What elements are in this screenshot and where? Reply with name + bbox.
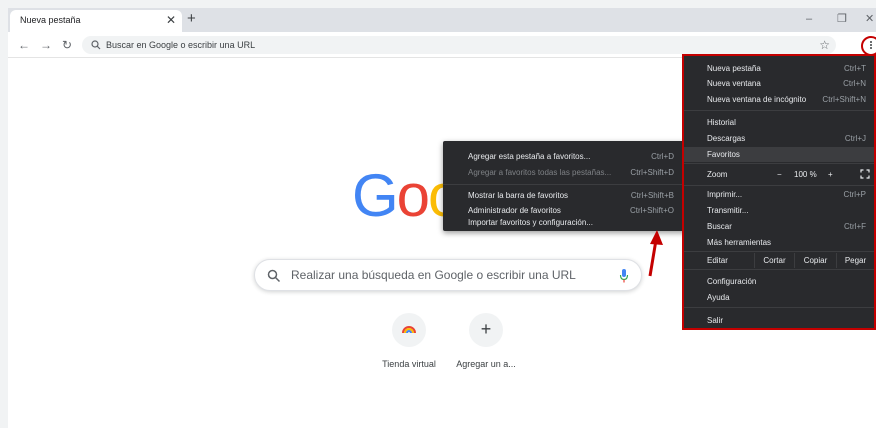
menu-item-shortcut: Ctrl+Shift+N <box>822 95 866 104</box>
menu-item-label: Buscar <box>707 222 732 231</box>
bookmarks-submenu: Agregar esta pestaña a favoritos... Ctrl… <box>443 141 689 231</box>
submenu-item-bookmark-tab[interactable]: Agregar esta pestaña a favoritos... Ctrl… <box>468 150 684 164</box>
menu-item-shortcut: Ctrl+F <box>844 222 866 231</box>
menu-item-shortcut: Ctrl+P <box>843 190 866 199</box>
omnibox-search-icon <box>91 40 101 50</box>
back-arrow-icon[interactable]: ← <box>18 38 30 52</box>
shortcut-agregar[interactable]: + Agregar un a... <box>446 313 526 369</box>
forward-arrow-icon[interactable]: → <box>40 38 52 52</box>
menu-item-help[interactable]: Ayuda <box>684 290 874 305</box>
menu-item-downloads[interactable]: Descargas Ctrl+J <box>684 131 874 146</box>
shortcut-tienda-virtual[interactable]: Tienda virtual <box>369 313 449 369</box>
menu-separator <box>684 163 874 164</box>
microphone-icon[interactable] <box>619 268 629 284</box>
menu-separator <box>684 185 874 186</box>
menu-item-bookmarks[interactable]: Favoritos <box>684 147 874 162</box>
omnibox[interactable]: Buscar en Google o escribir una URL ☆ <box>82 36 836 54</box>
menu-separator <box>684 251 874 252</box>
cut-button[interactable]: Cortar <box>754 253 794 268</box>
menu-item-label: Historial <box>707 118 736 127</box>
browser-window: Nueva pestaña ✕ + – ❐ ✕ ← → ↻ Buscar en … <box>8 8 876 428</box>
menu-item-shortcut: Ctrl+J <box>844 134 866 143</box>
google-search-box[interactable]: Realizar una búsqueda en Google o escrib… <box>254 259 642 291</box>
menu-item-label: Favoritos <box>707 150 740 159</box>
bookmark-star-icon[interactable]: ☆ <box>819 38 830 52</box>
menu-item-shortcut: Ctrl+N <box>843 79 866 88</box>
rainbow-icon <box>402 326 416 334</box>
zoom-out-button[interactable]: − <box>777 167 782 182</box>
submenu-item-label: Mostrar la barra de favoritos <box>468 191 569 200</box>
paste-button[interactable]: Pegar <box>836 253 874 268</box>
submenu-item-bookmark-all-tabs: Agregar a favoritos todas las pestañas..… <box>468 166 684 180</box>
plus-icon: + <box>480 319 492 339</box>
chrome-menu-button[interactable] <box>861 36 876 56</box>
menu-item-cast[interactable]: Transmitir... <box>684 203 874 218</box>
shortcut-icon-circle <box>392 313 426 347</box>
menu-item-zoom: Zoom − 100 % + <box>684 167 874 182</box>
close-window-icon[interactable]: ✕ <box>865 12 874 26</box>
menu-item-edit: Editar Cortar Copiar Pegar <box>684 253 874 268</box>
menu-item-new-window[interactable]: Nueva ventana Ctrl+N <box>684 76 874 91</box>
three-dots-icon <box>869 40 873 52</box>
submenu-item-label: Importar favoritos y configuración... <box>468 218 593 227</box>
menu-item-new-tab[interactable]: Nueva pestaña Ctrl+T <box>684 61 874 76</box>
menu-item-print[interactable]: Imprimir... Ctrl+P <box>684 187 874 202</box>
menu-item-label: Más herramientas <box>707 238 772 247</box>
new-tab-plus-icon[interactable]: + <box>187 11 196 27</box>
menu-item-settings[interactable]: Configuración <box>684 274 874 289</box>
submenu-item-import-bookmarks[interactable]: Importar favoritos y configuración... <box>468 217 684 229</box>
menu-item-label: Ayuda <box>707 293 730 302</box>
menu-item-label: Salir <box>707 316 724 325</box>
menu-item-label: Configuración <box>707 277 757 286</box>
submenu-item-shortcut: Ctrl+Shift+D <box>630 168 674 177</box>
minimize-icon[interactable]: – <box>806 12 812 26</box>
restore-icon[interactable]: ❐ <box>837 12 847 26</box>
close-tab-icon[interactable]: ✕ <box>166 13 176 27</box>
menu-item-incognito[interactable]: Nueva ventana de incógnito Ctrl+Shift+N <box>684 92 874 107</box>
submenu-item-shortcut: Ctrl+Shift+O <box>629 206 674 215</box>
tab-strip: Nueva pestaña ✕ + – ❐ ✕ <box>8 8 876 32</box>
menu-item-label: Nueva ventana de incógnito <box>707 95 807 104</box>
tab-title: Nueva pestaña <box>20 15 81 25</box>
zoom-in-button[interactable]: + <box>828 167 833 182</box>
menu-item-label: Nueva pestaña <box>707 64 761 73</box>
submenu-item-show-bookmarks-bar[interactable]: Mostrar la barra de favoritos Ctrl+Shift… <box>468 189 684 203</box>
menu-item-history[interactable]: Historial <box>684 115 874 130</box>
menu-separator <box>684 269 874 270</box>
tab-new-tab[interactable]: Nueva pestaña ✕ <box>10 10 182 32</box>
chrome-main-menu: Nueva pestaña Ctrl+T Nueva ventana Ctrl+… <box>682 54 876 330</box>
submenu-separator <box>443 184 689 185</box>
menu-item-label: Nueva ventana <box>707 79 761 88</box>
shortcut-label: Tienda virtual <box>382 359 436 369</box>
shortcut-label: Agregar un a... <box>456 359 516 369</box>
submenu-item-shortcut: Ctrl+D <box>651 152 674 161</box>
menu-separator <box>684 110 874 111</box>
submenu-item-shortcut: Ctrl+Shift+B <box>630 191 674 200</box>
menu-item-label: Descargas <box>707 134 746 143</box>
search-placeholder: Realizar una búsqueda en Google o escrib… <box>291 268 576 282</box>
menu-item-label: Imprimir... <box>707 190 743 199</box>
search-icon <box>267 269 281 283</box>
submenu-item-label: Administrador de favoritos <box>468 206 561 215</box>
menu-item-label: Editar <box>707 256 728 265</box>
menu-item-shortcut: Ctrl+T <box>844 64 866 73</box>
reload-icon[interactable]: ↻ <box>62 38 72 52</box>
menu-item-more-tools[interactable]: Más herramientas <box>684 235 874 250</box>
submenu-item-label: Agregar esta pestaña a favoritos... <box>468 152 591 161</box>
submenu-item-bookmark-manager[interactable]: Administrador de favoritos Ctrl+Shift+O <box>468 204 684 218</box>
submenu-item-label: Agregar a favoritos todas las pestañas..… <box>468 168 612 177</box>
zoom-level: 100 % <box>794 170 817 179</box>
menu-item-exit[interactable]: Salir <box>684 313 874 328</box>
omnibox-text: Buscar en Google o escribir una URL <box>106 40 256 50</box>
shortcut-icon-circle: + <box>469 313 503 347</box>
menu-separator <box>684 307 874 308</box>
fullscreen-icon[interactable] <box>860 169 870 179</box>
menu-item-find[interactable]: Buscar Ctrl+F <box>684 219 874 234</box>
copy-button[interactable]: Copiar <box>794 253 836 268</box>
menu-item-label: Transmitir... <box>707 206 749 215</box>
menu-item-label: Zoom <box>707 170 728 179</box>
